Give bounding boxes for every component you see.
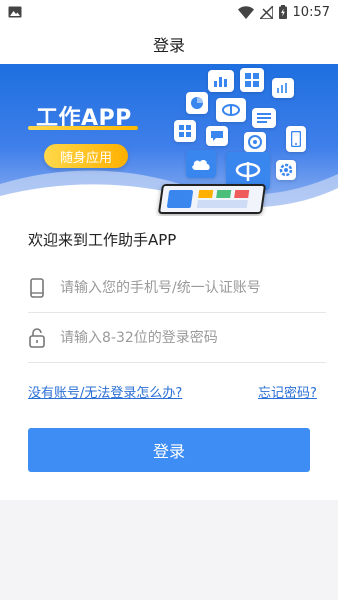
- forgot-password-link[interactable]: 忘记密码?: [258, 382, 317, 401]
- brand-underline: [28, 126, 138, 130]
- phone-tile-icon: [286, 126, 306, 152]
- message-tile-icon: [206, 126, 228, 146]
- chart-tile-icon: [208, 70, 234, 92]
- banner-tagline: 随身应用: [44, 144, 128, 168]
- status-time: 10:57: [292, 4, 330, 20]
- telecom-tile-icon: [216, 98, 246, 122]
- page-background: [0, 500, 338, 600]
- cloud-tile-icon: [186, 150, 216, 178]
- app-bar: 登录: [0, 24, 338, 64]
- phone-input[interactable]: [60, 279, 310, 296]
- page-title: 登录: [152, 36, 185, 55]
- password-input[interactable]: [60, 329, 310, 346]
- phone-icon: [28, 277, 46, 299]
- welcome-heading: 欢迎来到工作助手APP: [28, 231, 177, 249]
- banner: 工作APP 随身应用: [0, 64, 338, 216]
- wifi-icon: [237, 5, 254, 19]
- pie-tile-icon: [186, 92, 208, 114]
- no-signal-icon: [259, 5, 273, 19]
- settings-tile-icon: [276, 160, 296, 180]
- apps-tile-icon: [174, 120, 196, 142]
- login-button[interactable]: 登录: [28, 428, 310, 472]
- no-account-link[interactable]: 没有账号/无法登录怎么办?: [28, 382, 182, 401]
- image-icon: [8, 6, 22, 18]
- lock-icon: [28, 327, 46, 349]
- list-tile-icon: [252, 108, 276, 128]
- target-tile-icon: [244, 132, 266, 152]
- phone-mockup-image: [157, 184, 267, 214]
- bar-chart-tile-icon: [272, 78, 294, 98]
- status-bar: 10:57: [0, 0, 338, 24]
- phone-field: [28, 263, 326, 313]
- grid-tile-icon: [240, 68, 264, 92]
- password-field: [28, 313, 326, 363]
- battery-charging-icon: [278, 5, 287, 19]
